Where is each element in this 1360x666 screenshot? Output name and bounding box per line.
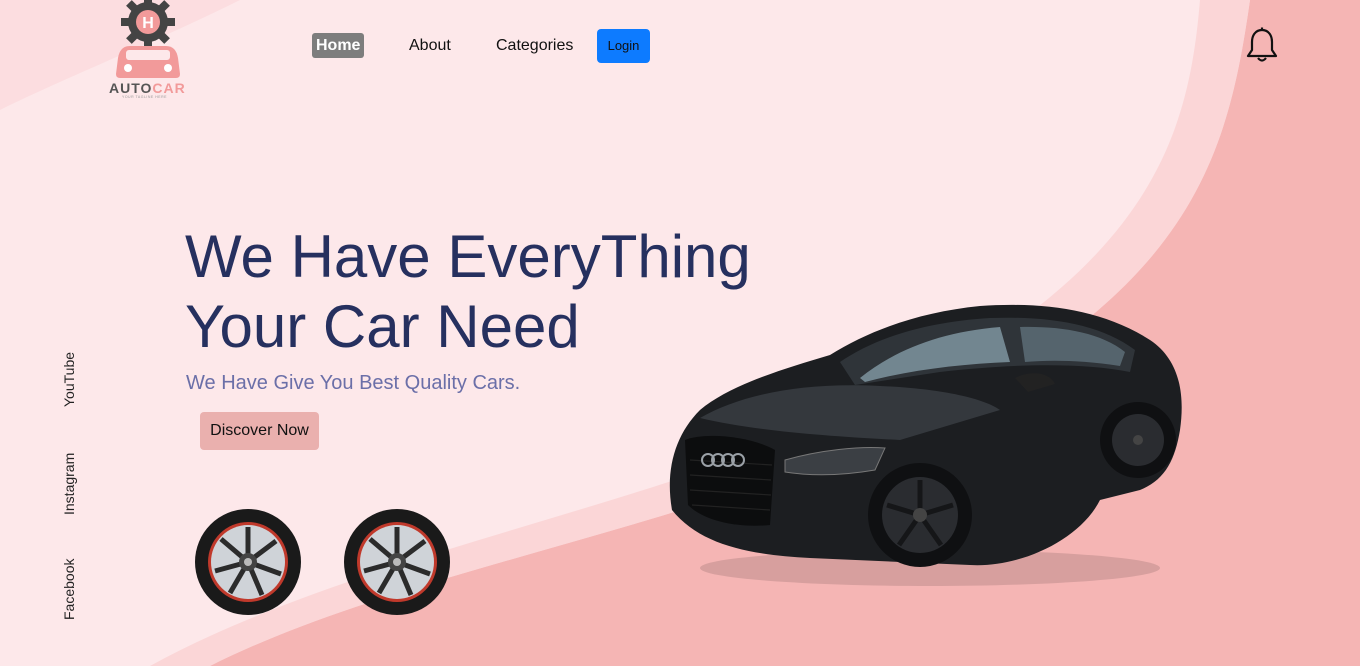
- social-link-facebook[interactable]: Facebook: [61, 559, 77, 620]
- hero-title-line-2: Your Car Need: [185, 293, 580, 360]
- bell-icon[interactable]: [1245, 27, 1279, 63]
- nav-categories-link[interactable]: Categories: [496, 29, 573, 63]
- hero-subtitle: We Have Give You Best Quality Cars.: [186, 372, 521, 394]
- login-button[interactable]: Login: [597, 29, 650, 63]
- nav-about-link[interactable]: About: [409, 29, 451, 63]
- social-link-youtube[interactable]: YouTube: [61, 352, 77, 407]
- svg-text:H: H: [142, 15, 154, 32]
- logo-wordmark: AUTOCAR: [109, 80, 186, 96]
- social-link-instagram[interactable]: Instagram: [61, 453, 77, 515]
- discover-now-button[interactable]: Discover Now: [200, 412, 319, 450]
- hero-title-line-1: We Have EveryThing: [185, 223, 751, 290]
- logo-tagline: YOUR TAGLINE HERE: [122, 95, 167, 99]
- wheel-image: [195, 509, 301, 615]
- hero-title: We Have EveryThing Your Car Need: [185, 222, 751, 362]
- nav-home-link[interactable]: Home: [312, 33, 365, 58]
- wheel-image: [344, 509, 450, 615]
